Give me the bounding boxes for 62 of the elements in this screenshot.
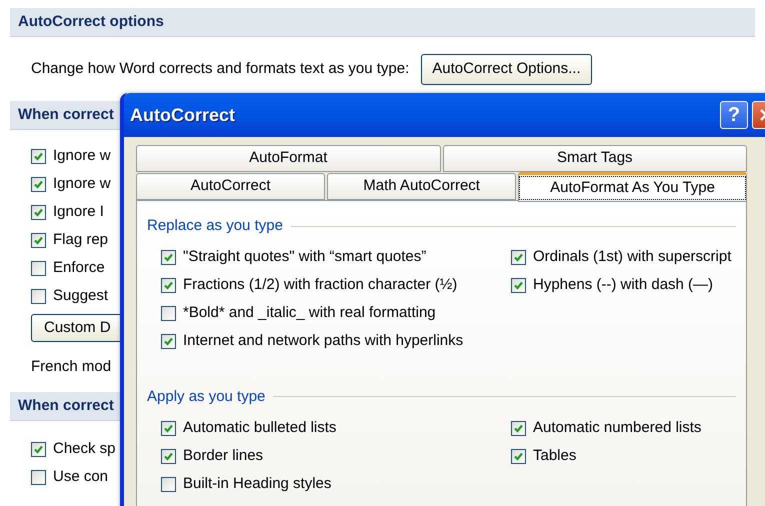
checkbox[interactable] — [31, 204, 46, 220]
checkmark-icon — [513, 450, 524, 462]
checkbox[interactable] — [161, 278, 176, 293]
group-title: Replace as you type — [147, 216, 283, 236]
checkbox[interactable] — [161, 250, 176, 265]
checkbox-label: Ignore I — [53, 202, 104, 222]
checkmark-icon — [513, 422, 524, 434]
checkbox-label: Ignore w — [53, 174, 111, 194]
checkmark-icon — [163, 336, 174, 347]
checkbox[interactable] — [511, 278, 526, 293]
checkbox-label: Flag rep — [53, 230, 108, 250]
section-header: AutoCorrect options — [10, 8, 755, 37]
help-button[interactable]: ? — [720, 101, 748, 129]
checkmark-icon — [163, 422, 174, 434]
checkbox-label: Check sp — [53, 438, 116, 459]
checkbox-label: Use con — [53, 466, 108, 487]
checkbox-label: Ignore w — [53, 146, 111, 166]
checkbox[interactable] — [511, 448, 526, 464]
checkbox[interactable] — [31, 148, 46, 164]
tab[interactable]: AutoFormat As You Type — [518, 172, 747, 202]
tab[interactable]: Math AutoCorrect — [327, 173, 516, 200]
checkmark-icon — [513, 280, 524, 291]
checkbox[interactable] — [161, 420, 176, 436]
checkmark-icon — [163, 450, 174, 462]
checkbox-label: *Bold* and _italic_ with real formatting — [183, 303, 436, 324]
checkmark-icon — [33, 444, 44, 454]
checkbox[interactable] — [31, 288, 46, 304]
tab[interactable]: AutoCorrect — [136, 173, 326, 200]
tab[interactable]: Smart Tags — [442, 145, 747, 172]
checkbox-label: "Straight quotes" with “smart quotes” — [183, 247, 426, 268]
mode-label: French mod — [31, 356, 112, 377]
checkbox-label: Internet and network paths with hyperlinks — [183, 331, 464, 352]
checkbox-label: Border lines — [183, 446, 264, 466]
checkbox-label: Suggest — [53, 286, 108, 306]
window-title: AutoCorrect — [130, 104, 236, 126]
checkbox[interactable] — [161, 306, 176, 321]
checkmark-icon — [163, 252, 174, 263]
checkbox-label: Tables — [533, 446, 576, 466]
checkbox[interactable] — [161, 334, 176, 349]
checkbox[interactable] — [511, 250, 526, 265]
checkbox[interactable] — [31, 176, 46, 192]
checkbox[interactable] — [31, 442, 46, 456]
checkbox[interactable] — [511, 420, 526, 436]
checkbox[interactable] — [31, 470, 46, 484]
tab[interactable]: AutoFormat — [136, 145, 440, 172]
checkbox[interactable] — [161, 448, 176, 464]
checkmark-icon — [33, 150, 44, 162]
autocorrect-options-button[interactable]: AutoCorrect Options... — [421, 54, 592, 84]
checkmark-icon — [33, 178, 44, 190]
checkbox-label: Fractions (1/2) with fraction character (½) — [183, 275, 458, 296]
checkmark-icon — [513, 252, 524, 263]
checkbox-label: Enforce — [53, 258, 105, 278]
checkmark-icon — [163, 280, 174, 291]
checkbox[interactable] — [31, 260, 46, 276]
checkmark-icon — [33, 234, 44, 246]
checkmark-icon — [33, 206, 44, 218]
checkbox[interactable] — [31, 232, 46, 248]
checkbox-label: Hyphens (--) with dash (—) — [533, 275, 714, 296]
checkbox-label: Ordinals (1st) with superscript — [533, 247, 732, 268]
checkbox[interactable] — [161, 476, 176, 492]
checkbox-label: Built-in Heading styles — [183, 474, 332, 494]
description-text: Change how Word corrects and formats text as you type: — [31, 58, 410, 79]
